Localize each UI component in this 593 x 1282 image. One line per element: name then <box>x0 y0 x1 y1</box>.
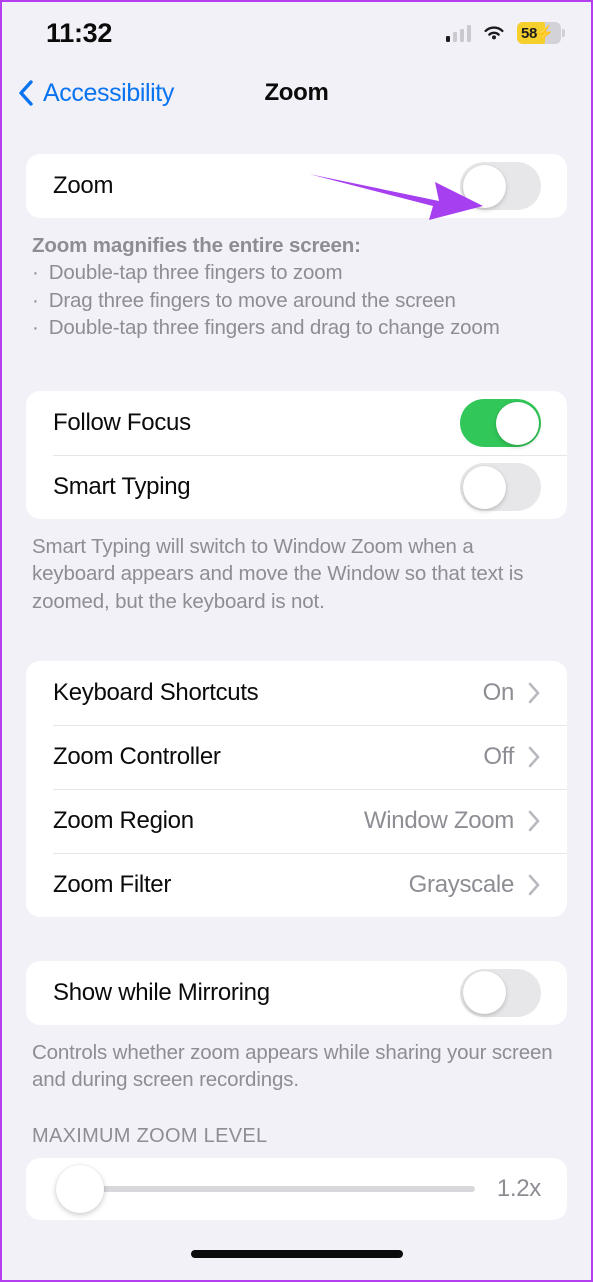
bullet-text: Double-tap three fingers and drag to cha… <box>48 315 500 339</box>
home-indicator <box>190 1250 403 1258</box>
chevron-right-icon <box>528 874 541 896</box>
row-zoom-region[interactable]: Zoom Region Window Zoom <box>26 788 567 853</box>
back-button-accessibility[interactable]: Accessibility <box>2 79 174 108</box>
maximum-zoom-slider[interactable] <box>56 1165 475 1214</box>
focus-section-footer: Smart Typing will switch to Window Zoom … <box>32 535 524 613</box>
status-bar-clock: 11:32 <box>46 17 113 48</box>
maximum-zoom-level-header: MAXIMUM ZOOM LEVEL <box>32 1125 268 1148</box>
row-show-while-mirroring-label: Show while Mirroring <box>53 978 270 1006</box>
battery-icon: 58 ⚡ <box>517 22 565 44</box>
row-zoom-region-value: Window Zoom <box>363 806 514 834</box>
maximum-zoom-level-card: 1.2x <box>26 1158 567 1221</box>
back-button-label: Accessibility <box>43 78 174 107</box>
row-keyboard-shortcuts[interactable]: Keyboard Shortcuts On <box>26 661 567 725</box>
zoom-footer-bullets: · Double-tap three fingers to zoom · Dra… <box>32 259 561 341</box>
bullet-text: Double-tap three fingers to zoom <box>48 261 343 285</box>
smart-typing-toggle-switch[interactable] <box>460 463 541 511</box>
row-zoom-filter[interactable]: Zoom Filter Grayscale <box>26 852 567 917</box>
chevron-right-icon <box>528 682 541 704</box>
status-bar-indicators: 58 ⚡ <box>445 22 565 44</box>
zoom-section-footer: Zoom magnifies the entire screen: · Doub… <box>2 218 591 341</box>
zoom-toggle-switch[interactable] <box>460 162 541 210</box>
row-smart-typing-label: Smart Typing <box>53 473 191 500</box>
row-zoom-region-label: Zoom Region <box>53 806 194 834</box>
slider-track <box>56 1186 475 1193</box>
chevron-right-icon <box>528 810 541 832</box>
row-keyboard-shortcuts-value: On <box>482 678 515 706</box>
row-zoom-filter-value: Grayscale <box>408 870 515 898</box>
bullet-glyph: · <box>32 261 39 285</box>
row-zoom-filter-label: Zoom Filter <box>53 870 172 898</box>
wifi-icon <box>482 24 506 42</box>
slider-thumb[interactable] <box>56 1165 104 1214</box>
row-show-while-mirroring[interactable]: Show while Mirroring <box>26 961 567 1025</box>
zoom-toggle-card: Zoom <box>26 154 567 218</box>
focus-options-card: Follow Focus Smart Typing <box>26 391 567 519</box>
list-item: · Double-tap three fingers to zoom <box>32 259 561 286</box>
bullet-text: Drag three fingers to move around the sc… <box>48 288 456 312</box>
bullet-glyph: · <box>32 288 39 312</box>
battery-percent-label: 58 <box>521 24 537 42</box>
row-maximum-zoom-level: 1.2x <box>26 1158 567 1220</box>
row-follow-focus[interactable]: Follow Focus <box>26 391 567 455</box>
show-while-mirroring-toggle-switch[interactable] <box>460 968 541 1017</box>
bullet-glyph: · <box>32 315 39 339</box>
row-zoom-controller[interactable]: Zoom Controller Off <box>26 724 567 789</box>
list-item: · Drag three fingers to move around the … <box>32 287 561 314</box>
row-zoom-label: Zoom <box>53 172 114 199</box>
mirroring-section-footer: Controls whether zoom appears while shar… <box>32 1040 553 1091</box>
row-zoom[interactable]: Zoom <box>26 154 567 218</box>
status-bar: 11:32 58 ⚡ <box>2 2 591 64</box>
list-item: · Double-tap three fingers and drag to c… <box>32 314 561 341</box>
navigation-bar: Accessibility Zoom <box>2 64 591 122</box>
zoom-footer-title: Zoom magnifies the entire screen: <box>32 234 361 257</box>
row-smart-typing[interactable]: Smart Typing <box>26 455 567 519</box>
row-zoom-controller-label: Zoom Controller <box>53 742 221 770</box>
maximum-zoom-value-label: 1.2x <box>496 1175 541 1203</box>
row-zoom-controller-value: Off <box>483 742 514 770</box>
cellular-signal-icon <box>445 24 471 42</box>
show-while-mirroring-card: Show while Mirroring <box>26 960 567 1025</box>
row-keyboard-shortcuts-label: Keyboard Shortcuts <box>53 678 259 706</box>
chevron-left-icon <box>18 79 34 107</box>
follow-focus-toggle-switch[interactable] <box>460 399 541 447</box>
iphone-settings-screen: 11:32 58 ⚡ Accessibility Zoom Zoom Zoom … <box>0 0 593 1282</box>
chevron-right-icon <box>528 746 541 768</box>
zoom-options-card: Keyboard Shortcuts On Zoom Controller Of… <box>26 660 567 917</box>
row-follow-focus-label: Follow Focus <box>53 409 191 436</box>
battery-charging-icon: ⚡ <box>535 24 555 42</box>
